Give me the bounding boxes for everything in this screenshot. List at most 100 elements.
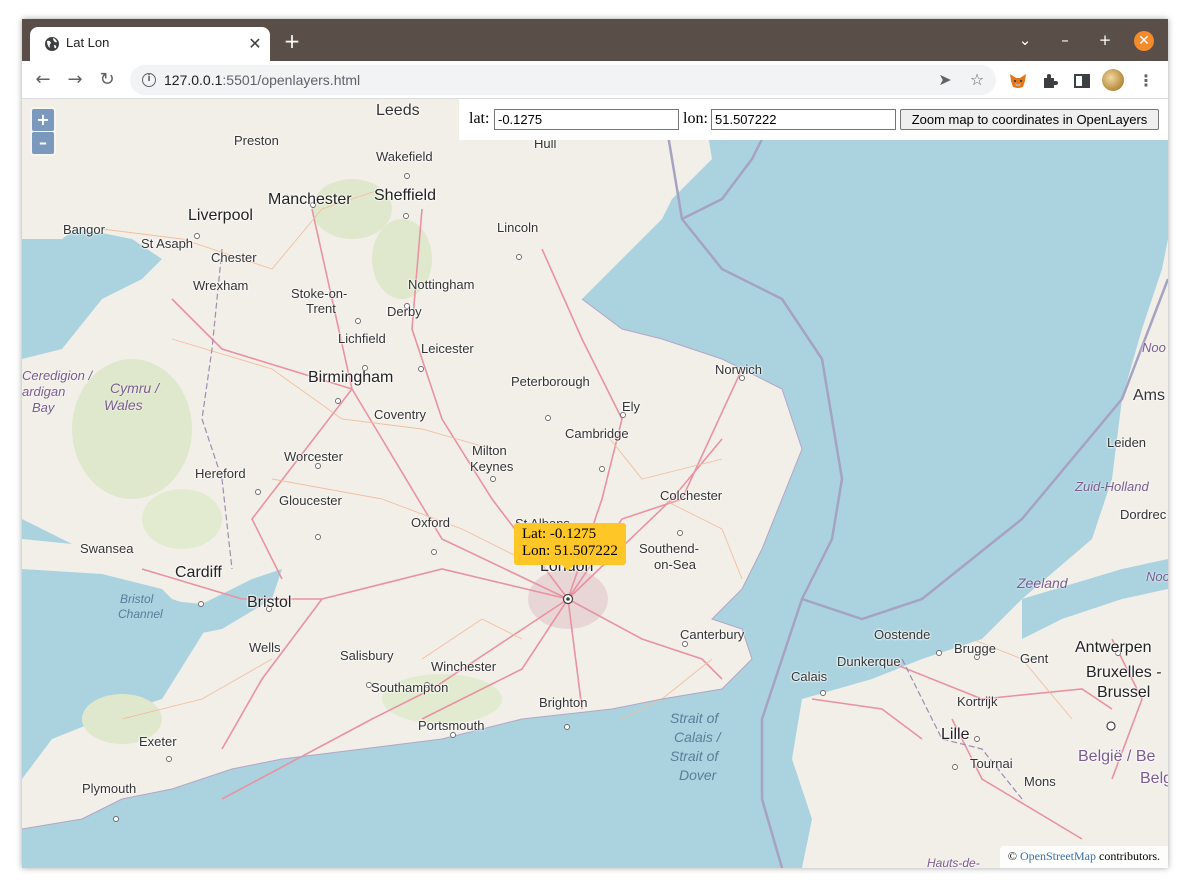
profile-avatar[interactable]: [1102, 69, 1124, 91]
close-window-button[interactable]: ✕: [1134, 31, 1154, 51]
browser-window: Lat Lon ✕ + ⌄ – + ✕ ← → ↻ i 127.0.0.1:55…: [22, 19, 1168, 868]
map-label-gloucester: Gloucester: [279, 493, 342, 508]
map-label-colchester: Colchester: [660, 488, 723, 503]
tab-close-icon[interactable]: ✕: [246, 35, 264, 53]
popup-lat-text: Lat: -0.1275: [522, 526, 597, 542]
map-label-milton-1: Milton: [472, 443, 507, 458]
map-label-norwich: Norwich: [715, 362, 762, 377]
popup-lon-text: Lon: 51.507222: [522, 543, 618, 559]
map-label-portsmouth: Portsmouth: [418, 718, 485, 733]
send-icon[interactable]: ➤: [936, 71, 954, 89]
map-label-swansea: Swansea: [80, 541, 134, 556]
map-label-chester: Chester: [211, 250, 257, 265]
map-label-cambridge: Cambridge: [565, 426, 629, 441]
map-label-exeter: Exeter: [139, 734, 177, 749]
map-label-wakefield: Wakefield: [376, 149, 433, 164]
map-label-mons: Mons: [1024, 774, 1056, 789]
map-label-ely: Ely: [622, 399, 641, 414]
new-tab-button[interactable]: +: [282, 31, 302, 51]
map-label-stoke-2: Trent: [306, 301, 336, 316]
back-arrow-icon[interactable]: ←: [32, 69, 54, 91]
map-label-belgie-2: Belgi: [1140, 770, 1168, 787]
zoom-to-coordinates-button[interactable]: Zoom map to coordinates in OpenLayers: [900, 109, 1159, 130]
bookmark-star-icon[interactable]: ☆: [968, 71, 986, 89]
minimize-button[interactable]: –: [1054, 29, 1076, 51]
lon-input[interactable]: [711, 109, 896, 130]
map-label-noord-2: Noo: [1146, 569, 1168, 584]
map-label-plymouth: Plymouth: [82, 781, 137, 796]
map-label-winchester: Winchester: [431, 659, 497, 674]
map-label-nottingham: Nottingham: [408, 277, 475, 292]
map-attribution: © OpenStreetMap contributors.: [999, 846, 1168, 868]
maximize-button[interactable]: +: [1094, 29, 1116, 51]
menu-dots-icon[interactable]: ⋮: [1136, 70, 1156, 92]
map-label-cymru-2: Wales: [104, 397, 143, 413]
lon-label: lon:: [683, 110, 708, 127]
map-label-southend-1: Southend-: [639, 541, 699, 556]
map-label-wells: Wells: [249, 640, 281, 655]
map-label-hereford: Hereford: [195, 466, 246, 481]
map-label-worcester: Worcester: [284, 449, 343, 464]
map-label-antwerpen: Antwerpen: [1075, 639, 1152, 656]
map-label-dordrecht: Dordrec: [1120, 507, 1167, 522]
browser-toolbar: ← → ↻ i 127.0.0.1:5501/openlayers.html ➤…: [22, 61, 1168, 99]
address-bar[interactable]: i 127.0.0.1:5501/openlayers.html ➤ ☆: [130, 65, 996, 95]
map-label-bristol-channel-2: Channel: [118, 607, 163, 621]
map-label-brighton: Brighton: [539, 695, 588, 710]
map-label-oxford: Oxford: [411, 515, 451, 530]
map-label-cymru-1: Cymru /: [110, 380, 159, 396]
map-label-bangor: Bangor: [63, 222, 105, 237]
map-label-southend-2: on-Sea: [654, 557, 696, 572]
lat-label: lat:: [469, 110, 490, 127]
map-label-bristol-channel-1: Bristol: [120, 592, 154, 606]
url-text: 127.0.0.1:5501/openlayers.html: [164, 72, 361, 88]
map-label-brugge: Brugge: [954, 641, 996, 656]
map-label-bruxelles-1: Bruxelles -: [1086, 664, 1162, 681]
map-label-hauts: Hauts-de-: [927, 856, 980, 868]
extensions-puzzle-icon[interactable]: [1040, 71, 1060, 91]
map-label-strait-4: Dover: [679, 767, 717, 783]
map-label-wrexham: Wrexham: [193, 278, 249, 293]
map-label-birmingham: Birmingham: [308, 369, 394, 386]
coordinate-form: lat: lon: Zoom map to coordinates in Ope…: [459, 99, 1168, 140]
info-icon[interactable]: i: [142, 73, 156, 87]
metamask-fox-icon[interactable]: [1008, 71, 1028, 91]
coordinate-popup: Lat: -0.1275 Lon: 51.507222: [514, 523, 626, 571]
copyright-symbol: ©: [1007, 849, 1018, 863]
side-panel-icon[interactable]: [1072, 71, 1092, 91]
map-label-leiden: Leiden: [1107, 435, 1147, 450]
map-label-zuid-holland: Zuid-Holland: [1075, 479, 1149, 494]
reload-icon[interactable]: ↻: [96, 69, 118, 91]
zoom-out-button[interactable]: –: [32, 132, 54, 154]
lat-input[interactable]: [494, 109, 679, 130]
map-label-cardiff: Cardiff: [175, 564, 222, 581]
map-label-kortrijk: Kortrijk: [957, 694, 998, 709]
map-label-ceredigion-3: Bay: [32, 400, 55, 415]
map-label-southampton: Southampton: [371, 680, 449, 695]
map-label-sheffield: Sheffield: [374, 187, 436, 204]
map-viewport[interactable]: Leeds Preston Wakefield Hull Manchester …: [22, 99, 1168, 868]
map-label-strait-2: Calais /: [674, 729, 721, 745]
map-label-peterborough: Peterborough: [511, 374, 590, 389]
map-label-ceredigion-1: Ceredigion /: [22, 368, 93, 383]
map-label-tournai: Tournai: [970, 756, 1013, 771]
forward-arrow-icon[interactable]: →: [64, 69, 86, 91]
zoom-controls: + –: [30, 107, 56, 156]
tab-lat-lon[interactable]: Lat Lon ✕: [30, 27, 270, 61]
title-bar: Lat Lon ✕ + ⌄ – + ✕: [22, 19, 1168, 61]
map-label-bruxelles-2: Brussel: [1097, 684, 1151, 701]
map-label-strait-1: Strait of: [670, 710, 719, 726]
map-label-noord: Noo: [1142, 340, 1166, 355]
tab-search-icon[interactable]: ⌄: [1014, 29, 1036, 51]
map-label-oostende: Oostende: [874, 627, 931, 642]
map-label-manchester: Manchester: [268, 191, 352, 208]
map-label-dunkerque: Dunkerque: [837, 654, 901, 669]
map-label-milton-2: Keynes: [470, 459, 514, 474]
map-label-gent: Gent: [1020, 651, 1049, 666]
map-label-st-asaph: St Asaph: [141, 236, 194, 251]
map-label-lichfield: Lichfield: [338, 331, 386, 346]
map-label-belgie-1: België / Be: [1078, 748, 1156, 765]
zoom-in-button[interactable]: +: [32, 109, 54, 131]
openstreetmap-link[interactable]: OpenStreetMap: [1020, 849, 1096, 863]
map-label-preston: Preston: [234, 133, 279, 148]
